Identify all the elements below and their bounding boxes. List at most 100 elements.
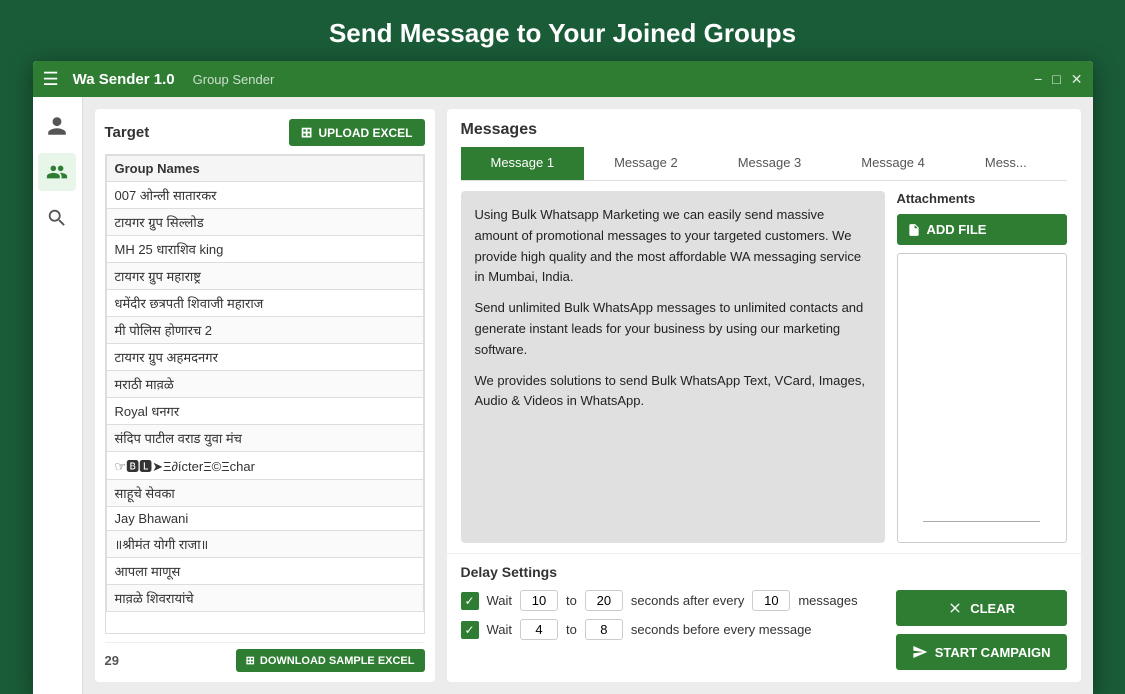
table-row[interactable]: टायगर ग्रुप अहमदनगर [106,344,423,371]
sidebar [33,97,83,694]
message-tab-2[interactable]: Message 2 [584,147,708,180]
group-table-wrapper[interactable]: Group Names 007 ओन्ली सातारकरटायगर ग्रुप… [105,154,425,634]
main-content: Target ⊞ UPLOAD EXCEL Group Names [83,97,1093,694]
group-name-cell: टायगर ग्रुप अहमदनगर [106,344,423,371]
table-row[interactable]: ☞🅱🅻➤Ξ∂ícterΞ©Ξchar [106,452,423,480]
table-row[interactable]: मराठी माव़ळे [106,371,423,398]
excel-icon: ⊞ [301,124,313,141]
group-name-cell: ☞🅱🅻➤Ξ∂ícterΞ©Ξchar [106,452,423,480]
message-tabs: Message 1Message 2Message 3Message 4Mess… [461,147,1067,181]
group-name-cell: आपला माणूस [106,558,423,585]
hamburger-icon[interactable]: ☰ [43,69,59,90]
wait-from-1[interactable] [520,590,558,611]
left-panel-footer: 29 ⊞ DOWNLOAD SAMPLE EXCEL [105,642,425,672]
table-row[interactable]: ॥श्रीमंत योगी राजा॥ [106,531,423,558]
clear-label: CLEAR [970,601,1015,616]
delay-checkbox-2[interactable]: ✓ [461,621,479,639]
table-row[interactable]: टायगर ग्रुप महाराष्ट्र [106,263,423,290]
group-name-cell: धमेंदीर छत्रपती शिवाजी महाराज [106,290,423,317]
attachments-label: Attachments [897,191,1067,206]
group-name-cell: संदिप पाटील वराड युवा मंच [106,425,423,452]
delay-settings-title: Delay Settings [461,564,1067,580]
excel-icon-2: ⊞ [246,654,255,667]
message-paragraph: Send unlimited Bulk WhatsApp messages to… [475,298,871,360]
sidebar-item-tools[interactable] [38,199,76,237]
to-label-2: to [566,622,577,637]
clear-button[interactable]: CLEAR [896,590,1067,626]
attachments-panel: Attachments ADD FILE [897,191,1067,543]
window-controls: − □ ✕ [1034,71,1082,88]
message-tab-3[interactable]: Message 3 [708,147,832,180]
table-row[interactable]: धमेंदीर छत्रपती शिवाजी महाराज [106,290,423,317]
group-name-cell: Jay Bhawani [106,507,423,531]
start-campaign-button[interactable]: START CAMPAIGN [896,634,1067,670]
to-label-1: to [566,593,577,608]
maximize-button[interactable]: □ [1052,71,1060,88]
group-table: Group Names 007 ओन्ली सातारकरटायगर ग्रुप… [106,155,424,612]
table-row[interactable]: MH 25 धाराशिव king [106,236,423,263]
download-sample-button[interactable]: ⊞ DOWNLOAD SAMPLE EXCEL [236,649,425,672]
delay-rows: ✓ Wait to seconds after every messages [461,590,896,648]
right-panel-header: Messages Message 1Message 2Message 3Mess… [447,109,1081,181]
minimize-button[interactable]: − [1034,71,1042,88]
table-row[interactable]: साहूचे सेवका [106,480,423,507]
left-panel: Target ⊞ UPLOAD EXCEL Group Names [95,109,435,682]
table-row[interactable]: टायगर ग्रुप सिल्लोड [106,209,423,236]
table-row[interactable]: मी पोलिस होणारच 2 [106,317,423,344]
start-campaign-label: START CAMPAIGN [935,645,1051,660]
delay-checkbox-1[interactable]: ✓ [461,592,479,610]
left-panel-header: Target ⊞ UPLOAD EXCEL [105,119,425,146]
table-row[interactable]: संदिप पाटील वराड युवा मंच [106,425,423,452]
table-row[interactable]: 007 ओन्ली सातारकर [106,182,423,209]
delay-row-2: ✓ Wait to seconds before every message [461,619,896,640]
attachment-preview-box [897,253,1067,543]
sidebar-item-person[interactable] [38,107,76,145]
table-row[interactable]: Jay Bhawani [106,507,423,531]
every-input-1[interactable] [752,590,790,611]
message-tab-5[interactable]: Mess... [955,147,1057,180]
row-count: 29 [105,653,119,668]
group-name-cell: MH 25 धाराशिव king [106,236,423,263]
group-name-cell: साहूचे सेवका [106,480,423,507]
message-paragraph: We provides solutions to send Bulk Whats… [475,371,871,413]
group-name-cell: टायगर ग्रुप महाराष्ट्र [106,263,423,290]
column-header: Group Names [106,156,423,182]
seconds-label-2: seconds before every message [631,622,812,637]
upload-excel-button[interactable]: ⊞ UPLOAD EXCEL [289,119,425,146]
messages-label-1: messages [798,593,857,608]
target-label: Target [105,124,150,141]
delay-row-1: ✓ Wait to seconds after every messages [461,590,896,611]
table-row[interactable]: आपला माणूस [106,558,423,585]
message-tab-4[interactable]: Message 4 [831,147,955,180]
delay-settings: Delay Settings ✓ Wait to seconds after e… [447,553,1081,682]
add-file-button[interactable]: ADD FILE [897,214,1067,245]
titlebar: ☰ Wa Sender 1.0 Group Sender − □ ✕ [33,61,1093,97]
app-window: ☰ Wa Sender 1.0 Group Sender − □ ✕ [33,61,1093,694]
group-name-cell: मराठी माव़ळे [106,371,423,398]
app-body: Target ⊞ UPLOAD EXCEL Group Names [33,97,1093,694]
group-name-cell: ॥श्रीमंत योगी राजा॥ [106,531,423,558]
group-name-cell: मी पोलिस होणारच 2 [106,317,423,344]
app-subtitle: Group Sender [193,72,275,87]
wait-from-2[interactable] [520,619,558,640]
app-name: Wa Sender 1.0 [73,71,175,88]
group-name-cell: 007 ओन्ली सातारकर [106,182,423,209]
wait-to-2[interactable] [585,619,623,640]
download-label: DOWNLOAD SAMPLE EXCEL [260,655,415,667]
message-body[interactable]: Using Bulk Whatsapp Marketing we can eas… [461,191,885,543]
sidebar-item-group[interactable] [38,153,76,191]
message-paragraph: Using Bulk Whatsapp Marketing we can eas… [475,205,871,288]
wait-to-1[interactable] [585,590,623,611]
delay-bottom: ✓ Wait to seconds after every messages [461,590,1067,670]
group-name-cell: टायगर ग्रुप सिल्लोड [106,209,423,236]
table-row[interactable]: माव़ळे शिवरायांचे [106,585,423,612]
seconds-label-1: seconds after every [631,593,744,608]
right-panel: Messages Message 1Message 2Message 3Mess… [447,109,1081,682]
table-row[interactable]: Royal धनगर [106,398,423,425]
wait-label-1: Wait [487,593,513,608]
group-name-cell: Royal धनगर [106,398,423,425]
close-button[interactable]: ✕ [1071,71,1083,88]
message-area: Using Bulk Whatsapp Marketing we can eas… [447,181,1081,553]
message-tab-1[interactable]: Message 1 [461,147,585,180]
action-buttons: CLEAR START CAMPAIGN [896,590,1067,670]
